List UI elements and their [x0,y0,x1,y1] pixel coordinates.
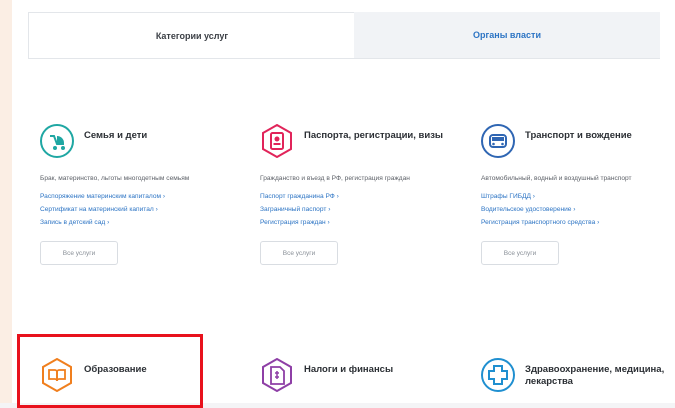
card-link[interactable]: Запись в детский сад › [40,216,230,229]
card-description: Автомобильный, водный и воздушный трансп… [481,175,632,182]
tab-authorities[interactable]: Органы власти [354,12,660,59]
card-description: Гражданство и въезд в РФ, регистрация гр… [260,175,410,182]
all-services-button[interactable]: Все услуги [260,241,338,265]
card-link[interactable]: Водительское удостоверение › [481,203,671,216]
tax-document-icon [260,358,294,392]
card-title[interactable]: Здравоохранение, медицина, лекарства [525,364,671,388]
tabs: Категории услуг Органы власти [28,12,660,59]
category-card-taxes[interactable]: Налоги и финансы [260,358,450,402]
tabs-divider [28,58,660,59]
medical-cross-icon [481,358,515,392]
card-link[interactable]: Штрафы ГИБДД › [481,190,671,203]
category-card-family[interactable]: Семья и дети Брак, материнство, льготы м… [40,124,230,265]
card-title[interactable]: Транспорт и вождение [525,130,632,142]
card-link[interactable]: Регистрация транспортного средства › [481,216,671,229]
tab-label: Категории услуг [155,31,229,41]
card-title[interactable]: Паспорта, регистрации, визы [304,130,443,142]
card-title[interactable]: Налоги и финансы [304,364,393,376]
card-title[interactable]: Семья и дети [84,130,147,142]
passport-icon [260,124,294,158]
card-link[interactable]: Регистрация граждан › [260,216,450,229]
tab-label: Органы власти [473,30,541,40]
card-description: Брак, материнство, льготы многодетным се… [40,175,190,182]
all-services-button[interactable]: Все услуги [481,241,559,265]
highlight-box [17,334,203,408]
car-icon [481,124,515,158]
category-card-passports[interactable]: Паспорта, регистрации, визы Гражданство … [260,124,450,265]
card-link[interactable]: Распоряжение материнским капиталом › [40,190,230,203]
all-services-button[interactable]: Все услуги [40,241,118,265]
card-link[interactable]: Паспорт гражданина РФ › [260,190,450,203]
category-card-transport[interactable]: Транспорт и вождение Автомобильный, водн… [481,124,671,265]
left-edge-strip [0,0,12,403]
baby-stroller-icon [40,124,74,158]
category-card-healthcare[interactable]: Здравоохранение, медицина, лекарства [481,358,671,402]
card-link[interactable]: Сертификат на материнский капитал › [40,203,230,216]
tab-service-categories[interactable]: Категории услуг [28,12,356,59]
card-link[interactable]: Заграничный паспорт › [260,203,450,216]
